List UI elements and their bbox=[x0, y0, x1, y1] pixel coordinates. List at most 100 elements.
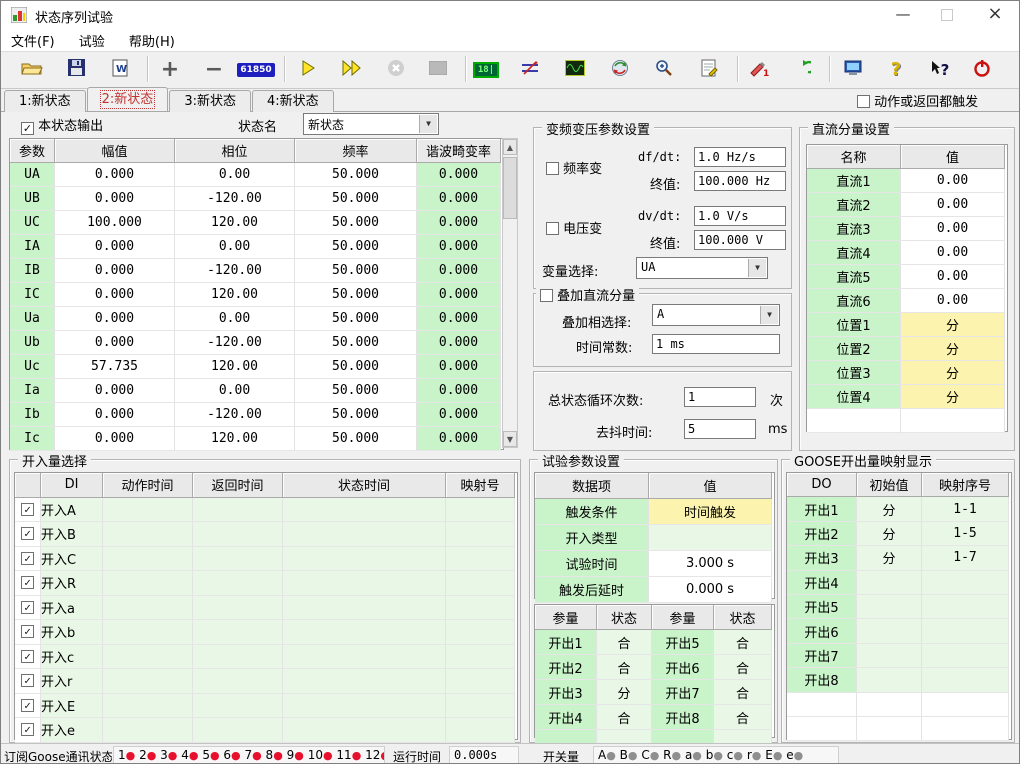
di-checkbox[interactable]: ✓ bbox=[21, 625, 34, 638]
chevron-down-icon[interactable]: ▼ bbox=[760, 306, 778, 324]
phase-select[interactable]: A ▼ bbox=[652, 304, 780, 326]
do-state-cell[interactable]: 合 bbox=[597, 630, 652, 655]
tp-value-cell[interactable]: 3.000 s bbox=[649, 551, 772, 577]
dc-value-cell[interactable]: 0.00 bbox=[901, 193, 1005, 217]
harmonic-cell[interactable]: 0.000 bbox=[417, 259, 501, 283]
time-constant-input[interactable]: 1 ms bbox=[652, 334, 780, 354]
do-state-cell[interactable]: 合 bbox=[597, 705, 652, 730]
menu-help[interactable]: 帮助(H) bbox=[119, 29, 185, 52]
harmonic-cell[interactable]: 0.000 bbox=[417, 403, 501, 427]
di-checkbox[interactable]: ✓ bbox=[21, 650, 34, 663]
context-help-button[interactable]: ? bbox=[921, 55, 959, 84]
export-word-button[interactable]: W bbox=[101, 55, 139, 84]
parameter-table-scrollbar[interactable]: ▲ ▼ bbox=[502, 138, 518, 448]
amplitude-cell[interactable]: 0.000 bbox=[55, 235, 175, 259]
volt-final-input[interactable]: 100.000 V bbox=[694, 230, 786, 250]
phase-cell[interactable]: -120.00 bbox=[175, 259, 295, 283]
frequency-cell[interactable]: 50.000 bbox=[295, 163, 417, 187]
maximize-button[interactable] bbox=[925, 1, 969, 29]
frequency-cell[interactable]: 50.000 bbox=[295, 379, 417, 403]
dc-value-cell[interactable]: 0.00 bbox=[901, 241, 1005, 265]
di-checkbox-cell[interactable]: ✓ bbox=[15, 571, 41, 596]
dfdt-input[interactable]: 1.0 Hz/s bbox=[694, 147, 786, 167]
harmonic-cell[interactable]: 0.000 bbox=[417, 283, 501, 307]
tab-state-4[interactable]: 4:新状态 bbox=[252, 90, 334, 112]
state-output-checkbox-box[interactable]: ✓ bbox=[21, 122, 34, 135]
di-checkbox[interactable]: ✓ bbox=[21, 674, 34, 687]
abort-button[interactable] bbox=[377, 55, 415, 84]
phase-cell[interactable]: 0.00 bbox=[175, 235, 295, 259]
edit-state-1-button[interactable]: 1 bbox=[740, 55, 778, 84]
run-button[interactable] bbox=[289, 55, 327, 84]
frequency-cell[interactable]: 50.000 bbox=[295, 403, 417, 427]
help-button[interactable]: ? bbox=[877, 55, 915, 84]
tab-state-2[interactable]: 2:新状态 bbox=[87, 87, 169, 111]
volt-change-checkbox-box[interactable] bbox=[546, 222, 559, 235]
run-all-button[interactable] bbox=[333, 55, 371, 84]
phase-cell[interactable]: 120.00 bbox=[175, 427, 295, 451]
tp-value-cell[interactable] bbox=[649, 525, 772, 551]
dvdt-input[interactable]: 1.0 V/s bbox=[694, 206, 786, 226]
phase-cell[interactable]: 0.00 bbox=[175, 163, 295, 187]
do-state-cell[interactable]: 分 bbox=[597, 680, 652, 705]
dc-superpose-checkbox-box[interactable] bbox=[540, 289, 553, 302]
di-checkbox-cell[interactable]: ✓ bbox=[15, 669, 41, 694]
frequency-cell[interactable]: 50.000 bbox=[295, 187, 417, 211]
do-state-cell[interactable]: 合 bbox=[714, 680, 772, 705]
phase-cell[interactable]: -120.00 bbox=[175, 331, 295, 355]
amplitude-cell[interactable]: 57.735 bbox=[55, 355, 175, 379]
do-state-cell[interactable]: 合 bbox=[597, 655, 652, 680]
phase-cell[interactable]: -120.00 bbox=[175, 403, 295, 427]
phase-cell[interactable]: 0.00 bbox=[175, 307, 295, 331]
harmonic-cell[interactable]: 0.000 bbox=[417, 427, 501, 451]
di-checkbox-cell[interactable]: ✓ bbox=[15, 645, 41, 670]
di-checkbox-cell[interactable]: ✓ bbox=[15, 718, 41, 743]
harmonic-cell[interactable]: 0.000 bbox=[417, 187, 501, 211]
harmonic-cell[interactable]: 0.000 bbox=[417, 235, 501, 259]
di-checkbox[interactable]: ✓ bbox=[21, 699, 34, 712]
di-checkbox[interactable]: ✓ bbox=[21, 723, 34, 736]
tp-value-cell[interactable]: 时间触发 bbox=[649, 499, 772, 525]
add-state-button[interactable]: + bbox=[151, 55, 189, 84]
iec61850-button[interactable]: 61850 bbox=[237, 55, 275, 84]
state-output-checkbox[interactable]: ✓ 本状态输出 bbox=[21, 115, 103, 135]
open-button[interactable] bbox=[13, 55, 51, 84]
di-checkbox-cell[interactable]: ✓ bbox=[15, 522, 41, 547]
amplitude-cell[interactable]: 0.000 bbox=[55, 379, 175, 403]
trigger-mode-checkbox[interactable]: 动作或返回都触发 bbox=[857, 91, 978, 110]
dc-value-cell[interactable]: 0.00 bbox=[901, 169, 1005, 193]
amplitude-cell[interactable]: 0.000 bbox=[55, 331, 175, 355]
dc-superpose-checkbox[interactable]: 叠加直流分量 bbox=[536, 285, 639, 304]
harmonic-cell[interactable]: 0.000 bbox=[417, 307, 501, 331]
frequency-cell[interactable]: 50.000 bbox=[295, 283, 417, 307]
scroll-down-icon[interactable]: ▼ bbox=[503, 431, 517, 447]
do-state-cell[interactable]: 合 bbox=[714, 705, 772, 730]
volt-change-checkbox[interactable]: 电压变 bbox=[546, 218, 602, 237]
di-checkbox[interactable]: ✓ bbox=[21, 576, 34, 589]
phase-cell[interactable]: 120.00 bbox=[175, 283, 295, 307]
dc-value-cell[interactable]: 分 bbox=[901, 385, 1005, 409]
display-181-button[interactable]: 18| bbox=[467, 55, 505, 84]
power-button[interactable] bbox=[963, 55, 1001, 84]
tab-state-3[interactable]: 3:新状态 bbox=[169, 90, 251, 112]
phase-cell[interactable]: 0.00 bbox=[175, 379, 295, 403]
trigger-mode-checkbox-box[interactable] bbox=[857, 95, 870, 108]
tp-value-cell[interactable]: 0.000 s bbox=[649, 577, 772, 603]
phase-cell[interactable]: -120.00 bbox=[175, 187, 295, 211]
device-button[interactable] bbox=[834, 55, 872, 84]
amplitude-cell[interactable]: 0.000 bbox=[55, 259, 175, 283]
sync-button[interactable] bbox=[601, 55, 639, 84]
di-checkbox-cell[interactable]: ✓ bbox=[15, 498, 41, 523]
frequency-cell[interactable]: 50.000 bbox=[295, 211, 417, 235]
chevron-down-icon[interactable]: ▼ bbox=[419, 115, 437, 133]
frequency-cell[interactable]: 50.000 bbox=[295, 355, 417, 379]
di-checkbox-cell[interactable]: ✓ bbox=[15, 620, 41, 645]
menu-file[interactable]: 文件(F) bbox=[1, 29, 65, 52]
stop-button[interactable] bbox=[419, 55, 457, 84]
chevron-down-icon[interactable]: ▼ bbox=[748, 259, 766, 277]
freq-change-checkbox[interactable]: 频率变 bbox=[546, 158, 602, 177]
dc-value-cell[interactable]: 分 bbox=[901, 337, 1005, 361]
zoom-in-button[interactable] bbox=[645, 55, 683, 84]
scroll-up-icon[interactable]: ▲ bbox=[503, 139, 517, 155]
di-checkbox-cell[interactable]: ✓ bbox=[15, 694, 41, 719]
